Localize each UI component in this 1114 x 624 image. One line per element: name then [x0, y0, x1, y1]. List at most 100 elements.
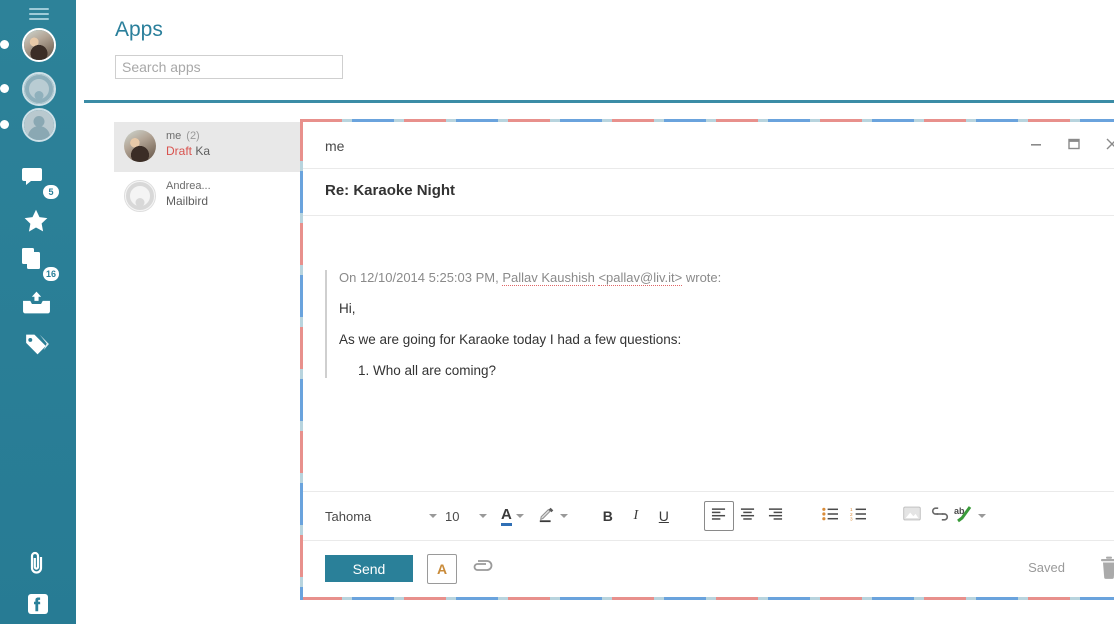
format-toggle-label: A: [436, 561, 448, 577]
compose-window-title: me: [325, 138, 345, 154]
bullet-list-icon: [822, 507, 838, 526]
quote-list-item: Who all are coming?: [373, 363, 1114, 378]
sidebar-item-attachments[interactable]: [26, 550, 52, 576]
mail-preview: Ka: [195, 144, 211, 158]
avatar-person: [24, 110, 54, 140]
saved-status: Saved: [1028, 560, 1065, 575]
align-center-icon: [740, 507, 755, 526]
mail-preview: Mailbird: [166, 194, 209, 208]
hamburger-menu-icon[interactable]: [29, 8, 49, 22]
quote-header: On 12/10/2014 5:25:03 PM, Pallav Kaushis…: [339, 270, 1114, 286]
sidebar: 5 16: [0, 0, 76, 624]
underline-button[interactable]: U: [650, 502, 678, 530]
mail-item-text: me (2) Draft Ka: [166, 130, 306, 158]
sidebar-item-documents[interactable]: 16: [22, 248, 59, 282]
format-toolbar: Tahoma 10 A B I U 1 2 3 ab: [303, 491, 1114, 541]
align-left-button[interactable]: [703, 501, 734, 531]
compose-subject: Re: Karaoke Night: [325, 182, 456, 199]
minimize-icon[interactable]: [1023, 132, 1049, 158]
compose-action-bar: Send A Saved: [303, 541, 1114, 597]
image-icon: [903, 506, 921, 526]
quote-paragraph: As we are going for Karaoke today I had …: [339, 332, 682, 347]
align-left-icon: [711, 507, 726, 526]
mail-list-item[interactable]: me (2) Draft Ka: [114, 122, 314, 172]
format-toggle-button[interactable]: A: [427, 554, 457, 584]
page-title: Apps: [115, 18, 163, 41]
account-notification-dot: [0, 40, 9, 49]
hamburger-bar: [29, 18, 49, 20]
maximize-icon[interactable]: [1061, 132, 1087, 158]
quote-header-name: Pallav Kaushish: [502, 270, 595, 286]
compose-content: me Re: Karaoke Night On 12/10/2014 5:25:…: [303, 122, 1114, 597]
account-notification-dot: [0, 120, 9, 129]
font-size-dropdown[interactable]: 10: [445, 501, 487, 531]
align-center-button[interactable]: [734, 502, 762, 530]
compose-body[interactable]: On 12/10/2014 5:25:03 PM, Pallav Kaushis…: [303, 215, 1114, 493]
insert-image-button[interactable]: [898, 502, 926, 530]
chevron-down-icon: [429, 514, 437, 518]
font-family-dropdown[interactable]: Tahoma: [325, 501, 437, 531]
close-icon[interactable]: [1099, 132, 1114, 158]
main-area: Apps me (2) Draft Ka: [76, 0, 1114, 624]
bullet-list-button[interactable]: [816, 502, 844, 530]
spellcheck-icon: ab: [954, 505, 974, 528]
compose-subject-row[interactable]: Re: Karaoke Night: [303, 169, 1114, 216]
header-divider: [84, 100, 1114, 103]
attachment-icon[interactable]: [471, 558, 493, 578]
font-color-label: A: [501, 507, 512, 526]
chevron-down-icon: [479, 514, 487, 518]
chevron-down-icon: [977, 514, 986, 518]
font-family-value: Tahoma: [325, 508, 372, 524]
chevron-down-icon: [559, 514, 568, 518]
italic-label: I: [633, 508, 639, 523]
window-focus-border: [300, 597, 1114, 600]
avatar: [124, 130, 156, 162]
spellcheck-button[interactable]: ab: [954, 501, 986, 531]
search-input[interactable]: [115, 55, 343, 79]
quote-header-email: <pallav@liv.it>: [598, 270, 683, 286]
insert-link-button[interactable]: [926, 502, 954, 530]
sidebar-item-facebook[interactable]: [26, 592, 52, 618]
mail-list: me (2) Draft Ka Andrea... Mailbird: [114, 122, 314, 242]
avatar-placeholder: [125, 181, 155, 211]
quote-header-prefix: On 12/10/2014 5:25:03 PM,: [339, 270, 503, 285]
sidebar-account-photo[interactable]: [22, 28, 56, 62]
numbered-list-icon: 1 2 3: [850, 507, 866, 526]
sidebar-item-inbox[interactable]: [22, 290, 58, 324]
mail-list-item[interactable]: Andrea... Mailbird: [114, 172, 314, 222]
highlight-icon: [538, 505, 556, 528]
mail-preview-line: Mailbird: [166, 194, 306, 208]
mail-status-draft: Draft: [166, 144, 193, 158]
quote-list: Who all are coming?: [373, 363, 1114, 378]
mail-sender: Andrea...: [166, 180, 211, 192]
font-color-button[interactable]: A: [501, 501, 524, 531]
sidebar-item-tags[interactable]: [22, 332, 58, 366]
trash-icon[interactable]: [1099, 556, 1114, 580]
send-button[interactable]: Send: [325, 555, 413, 582]
chat-badge: 5: [43, 185, 59, 199]
avatar-logo: [24, 74, 54, 104]
hamburger-bar: [29, 8, 49, 10]
bold-button[interactable]: B: [594, 502, 622, 530]
sidebar-item-favorites[interactable]: [22, 208, 58, 242]
documents-badge: 16: [43, 267, 59, 281]
sidebar-item-chat[interactable]: 5: [22, 166, 59, 200]
avatar-image: [124, 130, 156, 162]
highlight-color-button[interactable]: [538, 501, 568, 531]
bold-label: B: [602, 508, 613, 524]
avatar-image: [24, 30, 54, 60]
align-right-button[interactable]: [762, 502, 790, 530]
mail-sender-line: Andrea...: [166, 180, 306, 192]
svg-text:3: 3: [850, 516, 853, 520]
italic-button[interactable]: I: [622, 502, 650, 530]
mail-count: (2): [186, 130, 200, 142]
font-size-value: 10: [445, 508, 460, 524]
mail-sender-line: me (2): [166, 130, 306, 142]
align-right-icon: [768, 507, 783, 526]
compose-window: me Re: Karaoke Night On 12/10/2014 5:25:…: [300, 119, 1114, 600]
sidebar-account-person[interactable]: [22, 108, 56, 142]
compose-titlebar[interactable]: me: [303, 122, 1114, 169]
sidebar-account-logo[interactable]: [22, 72, 56, 106]
mail-item-text: Andrea... Mailbird: [166, 180, 306, 208]
numbered-list-button[interactable]: 1 2 3: [844, 502, 872, 530]
